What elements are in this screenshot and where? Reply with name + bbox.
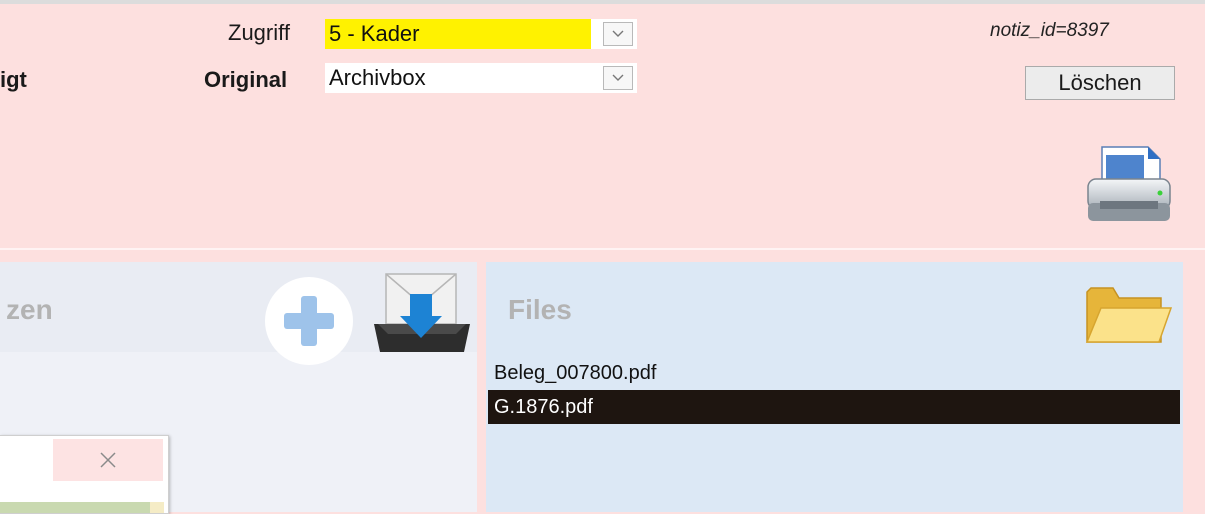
add-button[interactable] [264, 276, 354, 366]
mail-download-icon [374, 273, 470, 352]
popup-field-edge [150, 502, 164, 513]
original-value: Archivbox [329, 65, 426, 90]
chevron-down-icon [612, 74, 624, 81]
print-button[interactable] [1080, 145, 1175, 225]
original-label: Original [204, 67, 288, 92]
zugriff-value: 5 - Kader [329, 21, 420, 46]
chevron-down-icon [612, 30, 624, 37]
files-panel-title: Files [508, 294, 572, 325]
top-border [0, 0, 1205, 4]
open-folder-button[interactable] [1083, 278, 1173, 348]
file-item-selected[interactable]: G.1876.pdf [488, 390, 1180, 424]
original-dropdown-button[interactable] [603, 66, 633, 90]
delete-button[interactable]: Löschen [1025, 66, 1175, 100]
printer-icon [1087, 146, 1171, 221]
import-mail-button[interactable] [372, 272, 472, 356]
file-item[interactable]: Beleg_007800.pdf [488, 356, 1180, 390]
notes-panel-title: zen [6, 294, 53, 325]
folder-icon [1085, 287, 1173, 343]
section-divider [0, 248, 1205, 250]
popup-window [0, 435, 169, 514]
popup-close-button[interactable] [53, 439, 163, 481]
plus-icon [265, 277, 353, 365]
cut-label: igt [0, 67, 27, 92]
close-icon [100, 452, 116, 468]
files-panel: Files Beleg_007800.pdf G.1876.pdf [486, 262, 1183, 512]
zugriff-dropdown-button[interactable] [603, 22, 633, 46]
zugriff-select[interactable]: 5 - Kader [325, 19, 637, 49]
notiz-id: notiz_id=8397 [990, 20, 1109, 41]
zugriff-label: Zugriff [228, 20, 290, 45]
popup-field [0, 502, 150, 513]
original-select[interactable]: Archivbox [325, 63, 637, 93]
